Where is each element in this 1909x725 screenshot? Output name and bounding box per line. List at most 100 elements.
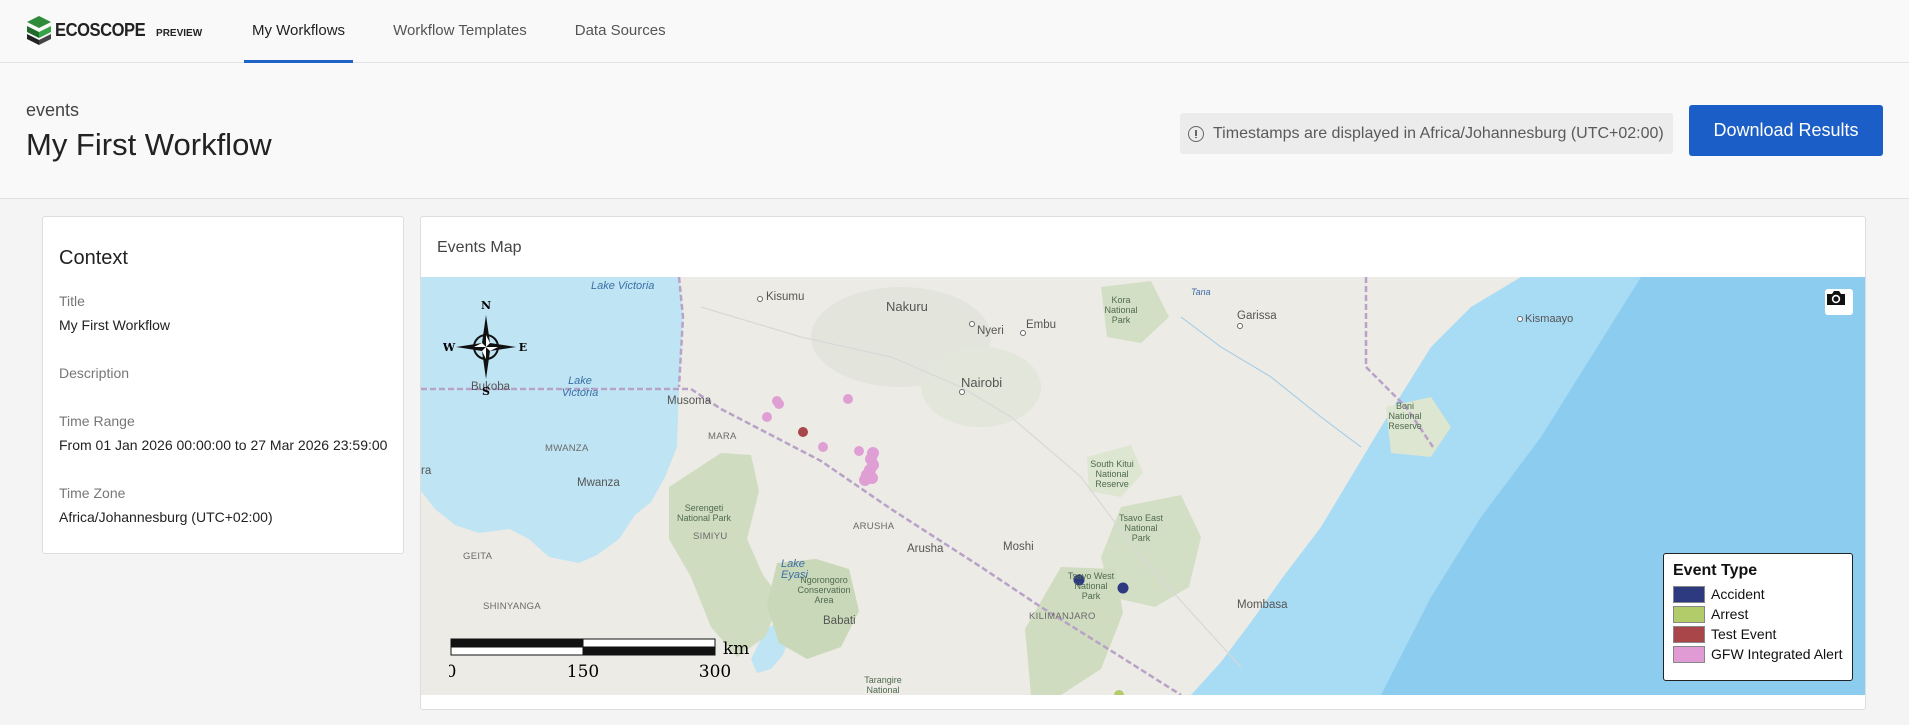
shinyanga-region-label: SHINYANGA <box>483 601 541 612</box>
events-map[interactable]: Lake Victoria Lake Victoria Kisumu Nakur… <box>421 277 1865 695</box>
timezone-notice: Timestamps are displayed in Africa/Johan… <box>1180 113 1673 154</box>
tana-river-label: Tana <box>1191 287 1211 297</box>
logo-text: ECOSCOPE <box>55 19 146 40</box>
mombasa-label: Mombasa <box>1237 599 1288 611</box>
gfw-alert-point <box>762 412 772 422</box>
description-label: Description <box>59 365 130 381</box>
test-event-point <box>798 427 808 437</box>
city-marker-nyeri <box>969 321 975 327</box>
map-edge-label: ra <box>421 465 432 477</box>
map-screenshot-button[interactable] <box>1825 289 1853 315</box>
mara-region-label: MARA <box>708 431 737 442</box>
timezone-notice-text: Timestamps are displayed in Africa/Johan… <box>1213 124 1664 142</box>
context-card: Context Title My First Workflow Descript… <box>42 216 404 554</box>
legend-item-accident: Accident <box>1673 584 1843 604</box>
scale-tick-1: 150 <box>567 662 599 682</box>
compass-n: N <box>481 299 491 312</box>
gfw-alert-point <box>859 474 871 486</box>
camera-icon <box>1827 291 1845 305</box>
boni-reserve-label: Boni National Reserve <box>1388 401 1422 431</box>
top-navigation-bar: ECOSCOPE PREVIEW My Workflows Workflow T… <box>0 0 1909 63</box>
gfw-alert-point <box>818 442 828 452</box>
map-base-layer <box>421 277 1865 695</box>
workflow-header: events My First Workflow Timestamps are … <box>0 63 1909 199</box>
mwanza-label: Mwanza <box>577 477 620 489</box>
legend-label-gfw-alert: GFW Integrated Alert <box>1711 646 1843 662</box>
compass-w: W <box>443 341 456 354</box>
legend-label-test-event: Test Event <box>1711 626 1777 642</box>
tsavo-east-park-label: Tsavo East National Park <box>1118 513 1164 543</box>
info-icon <box>1188 125 1204 142</box>
legend-swatch-gfw-alert <box>1673 645 1705 663</box>
gfw-alert-point <box>843 394 853 404</box>
title-value: My First Workflow <box>59 317 170 333</box>
ecoscope-logo[interactable]: ECOSCOPE PREVIEW <box>25 14 202 46</box>
river-tana <box>1180 316 1362 448</box>
scale-tick-0: 0 <box>449 662 456 682</box>
legend-item-gfw-alert: GFW Integrated Alert <box>1673 644 1843 664</box>
garissa-label: Garissa <box>1237 310 1277 322</box>
geita-region-label: GEITA <box>463 551 493 562</box>
legend-item-arrest: Arrest <box>1673 604 1843 624</box>
accident-point <box>1117 582 1129 594</box>
compass-rose-icon: N S E W <box>443 299 527 397</box>
mwanza-region-label: MWANZA <box>545 443 589 454</box>
context-heading: Context <box>59 247 128 269</box>
time-range-label: Time Range <box>59 413 135 429</box>
serengeti-park-label: Serengeti National Park <box>676 503 732 523</box>
legend-swatch-arrest <box>1673 605 1705 623</box>
events-map-card: Events Map Lake Victoria Lake Victoria K… <box>420 216 1866 710</box>
download-results-button[interactable]: Download Results <box>1689 105 1883 156</box>
map-legend: Event Type Accident Arrest Test Event GF… <box>1663 553 1853 681</box>
tarangire-park-label: Tarangire National <box>864 675 902 695</box>
main-nav: My Workflows Workflow Templates Data Sou… <box>244 0 706 63</box>
legend-label-arrest: Arrest <box>1711 606 1749 622</box>
arusha-region-label: ARUSHA <box>853 521 895 532</box>
title-label: Title <box>59 293 85 309</box>
city-marker-nairobi <box>959 389 965 395</box>
time-zone-label: Time Zone <box>59 485 126 501</box>
ngorongoro-area-label: Ngorongoro Conservation Area <box>797 575 851 605</box>
time-range-value: From 01 Jan 2026 00:00:00 to 27 Mar 2026… <box>59 437 388 453</box>
page-title: My First Workflow <box>26 127 272 162</box>
legend-item-test-event: Test Event <box>1673 624 1843 644</box>
lake-victoria-label: Lake Victoria <box>591 280 655 292</box>
tab-data-sources[interactable]: Data Sources <box>567 0 674 63</box>
time-zone-value: Africa/Johannesburg (UTC+02:00) <box>59 509 273 525</box>
kismaayo-label: Kismaayo <box>1525 313 1574 325</box>
legend-label-accident: Accident <box>1711 586 1765 602</box>
arusha-label: Arusha <box>907 543 944 555</box>
south-kitui-reserve-label: South Kitui National Reserve <box>1090 459 1134 489</box>
kilimanjaro-region-label: KILIMANJARO <box>1029 611 1096 622</box>
tab-my-workflows[interactable]: My Workflows <box>244 0 354 63</box>
nakuru-label: Nakuru <box>886 299 928 314</box>
scale-bar: km 0 150 300 <box>449 637 749 692</box>
tab-workflow-templates[interactable]: Workflow Templates <box>385 0 535 63</box>
city-marker-kismaayo <box>1517 316 1523 322</box>
embu-label: Embu <box>1026 319 1057 331</box>
musoma-label: Musoma <box>667 395 712 407</box>
map-title: Events Map <box>437 239 522 256</box>
city-marker-embu <box>1020 330 1026 336</box>
kisumu-label: Kisumu <box>766 291 805 303</box>
simiyu-region-label: SIMIYU <box>693 531 728 542</box>
scale-unit: km <box>723 639 749 659</box>
legend-swatch-test-event <box>1673 625 1705 643</box>
nairobi-label: Nairobi <box>961 375 1003 390</box>
compass-s: S <box>482 385 490 397</box>
city-marker-garissa <box>1237 323 1243 329</box>
compass-e: E <box>519 341 527 354</box>
logo-subtext: PREVIEW <box>156 27 203 39</box>
gfw-alert-point <box>774 399 784 409</box>
workflow-subtitle: events <box>26 100 80 120</box>
moshi-label: Moshi <box>1003 541 1034 553</box>
ecoscope-logo-icon <box>27 16 51 45</box>
legend-title: Event Type <box>1673 562 1758 579</box>
lake-victoria-label-2: Lake Victoria <box>561 375 599 399</box>
scale-tick-2: 300 <box>699 662 731 682</box>
tsavo-west-park-label: Tsavo West National Park <box>1067 571 1115 601</box>
arrest-point <box>1114 690 1124 695</box>
north-arrow-compass: N S E W <box>443 297 529 397</box>
babati-label: Babati <box>823 615 856 627</box>
city-marker-kisumu <box>757 296 763 302</box>
